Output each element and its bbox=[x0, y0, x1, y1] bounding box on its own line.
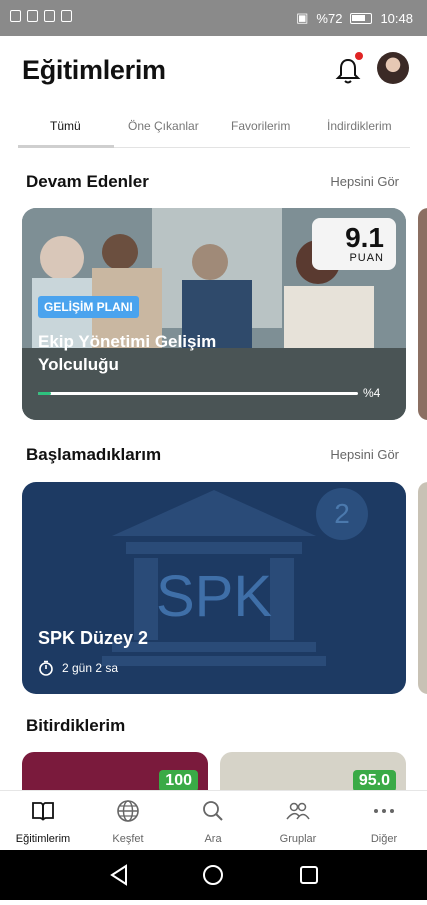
system-nav-buttons bbox=[110, 864, 318, 886]
timer-icon bbox=[39, 660, 53, 676]
section-title-not-started: Başlamadıklarım bbox=[26, 445, 162, 464]
nav-item-search[interactable]: Ara bbox=[173, 791, 253, 851]
status-icons-left bbox=[10, 10, 72, 22]
category-badge: GELİŞİM PLANI bbox=[38, 296, 139, 318]
notification-icon bbox=[61, 10, 72, 22]
page-title: Eğitimlerim bbox=[22, 55, 166, 85]
clock: 10:48 bbox=[380, 10, 413, 26]
section-title-continuing: Devam Edenler bbox=[26, 172, 149, 191]
notification-icon bbox=[10, 10, 21, 22]
group-icon bbox=[286, 802, 310, 820]
score-badge: 100 bbox=[159, 770, 198, 792]
spk-image-text: SPK bbox=[156, 564, 272, 629]
course-title: SPK Düzey 2 bbox=[38, 628, 149, 648]
bell-icon[interactable] bbox=[334, 56, 362, 86]
tab-bar: Tümü Öne Çıkanlar Favorilerim İndirdikle… bbox=[18, 113, 410, 148]
mail-icon bbox=[44, 10, 55, 22]
tab-favorites[interactable]: Favorilerim bbox=[231, 119, 290, 133]
active-tab-indicator bbox=[18, 145, 114, 148]
see-all-continuing-link[interactable]: Hepsini Gör bbox=[330, 174, 399, 189]
more-icon bbox=[374, 809, 394, 813]
bottom-navigation: Eğitimlerim Keşfet Ara Gruplar Diğer bbox=[0, 790, 427, 851]
battery-percent: %72 bbox=[316, 10, 343, 26]
globe-icon bbox=[117, 800, 139, 822]
score-badge: 95.0 bbox=[352, 770, 396, 792]
notification-icon bbox=[27, 10, 38, 22]
battery-icon bbox=[350, 12, 373, 24]
tab-downloads[interactable]: İndirdiklerim bbox=[327, 119, 392, 133]
notification-dot bbox=[355, 52, 363, 60]
nav-item-more[interactable]: Diğer bbox=[344, 791, 424, 851]
system-navigation-bar bbox=[0, 850, 427, 900]
score-box: 9.1 PUAN bbox=[312, 218, 396, 270]
progress-text: %4 bbox=[363, 386, 381, 400]
progress-bar bbox=[38, 392, 358, 395]
book-icon bbox=[32, 802, 54, 821]
continue-course-card[interactable]: 9.1 PUAN GELİŞİM PLANI Ekip Yönetimi Gel… bbox=[22, 208, 406, 420]
search-icon bbox=[203, 801, 223, 821]
nav-label: Ara bbox=[204, 833, 222, 845]
section-title-finished: Bitirdiklerim bbox=[26, 716, 126, 735]
nfc-icon: ▣ bbox=[296, 10, 309, 25]
nav-label: Gruplar bbox=[279, 833, 317, 845]
status-bar: ▣ %72 10:48 bbox=[0, 0, 427, 36]
tab-all[interactable]: Tümü bbox=[50, 119, 81, 133]
nav-item-groups[interactable]: Gruplar bbox=[258, 791, 338, 851]
duration-text: 2 gün 2 sa bbox=[62, 661, 119, 675]
back-icon[interactable] bbox=[110, 864, 127, 886]
status-icons-right: ▣ %72 10:48 bbox=[296, 10, 413, 26]
home-icon[interactable] bbox=[203, 865, 223, 885]
recents-icon[interactable] bbox=[300, 866, 318, 884]
next-card-peek[interactable] bbox=[418, 482, 427, 694]
see-all-not-started-link[interactable]: Hepsini Gör bbox=[330, 447, 399, 462]
course-title: Ekip Yönetimi Gelişim Yolculuğu bbox=[38, 332, 217, 374]
next-card-peek[interactable] bbox=[418, 208, 427, 420]
nav-label: Diğer bbox=[370, 833, 398, 845]
nav-item-my-trainings[interactable]: Eğitimlerim bbox=[3, 791, 83, 851]
nav-label: Eğitimlerim bbox=[15, 833, 71, 845]
avatar[interactable] bbox=[377, 52, 409, 84]
level-number: 2 bbox=[316, 488, 368, 540]
nav-label: Keşfet bbox=[112, 833, 144, 845]
not-started-course-card[interactable]: SPK 2 SPK Düzey 2 2 gün 2 sa bbox=[22, 482, 406, 694]
nav-item-discover[interactable]: Keşfet bbox=[88, 791, 168, 851]
score-label: PUAN bbox=[349, 252, 384, 264]
duration-row: 2 gün 2 sa bbox=[38, 660, 118, 676]
tab-featured[interactable]: Öne Çıkanlar bbox=[128, 119, 199, 133]
score-value: 9.1 bbox=[345, 222, 384, 253]
progress-fill bbox=[38, 392, 51, 395]
